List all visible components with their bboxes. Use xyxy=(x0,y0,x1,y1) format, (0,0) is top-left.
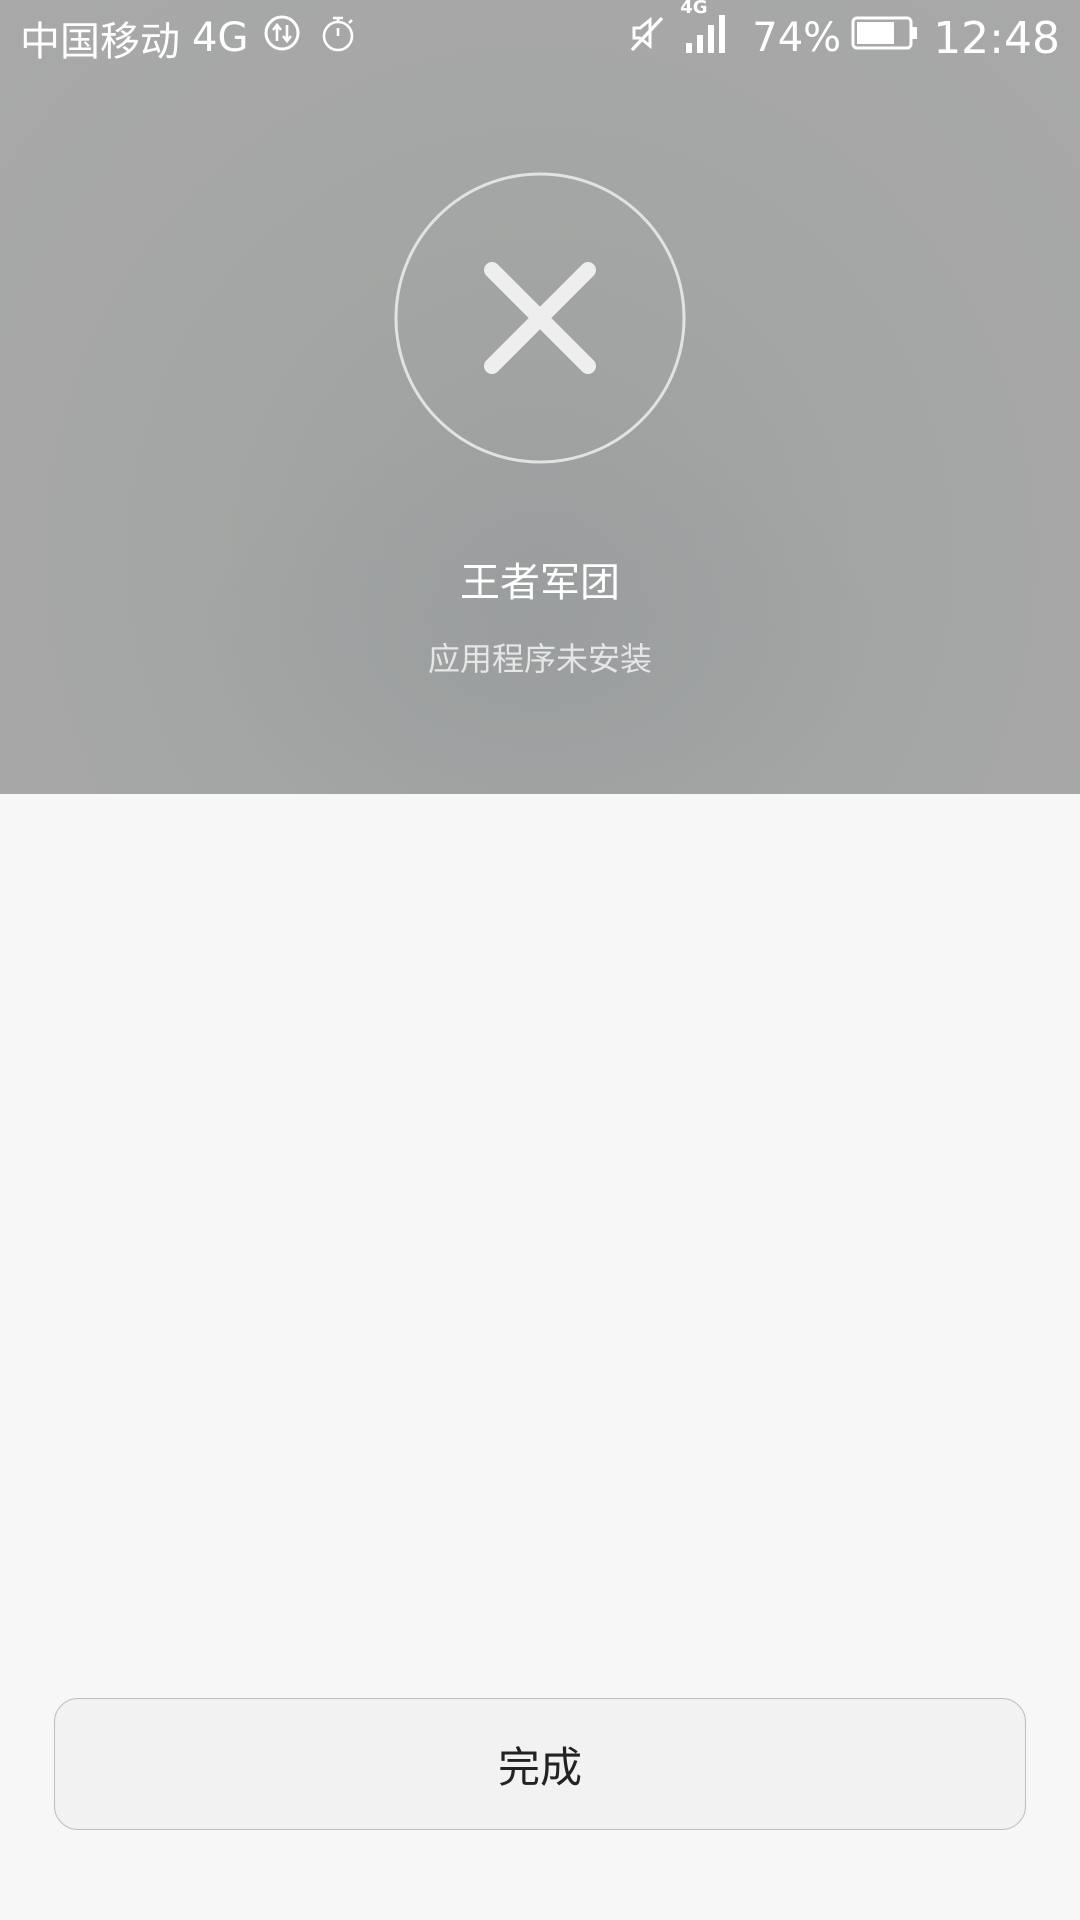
close-icon xyxy=(394,172,686,464)
done-button-label: 完成 xyxy=(497,1742,582,1792)
status-bar-right: 4G 74% 12:48 xyxy=(612,0,1060,65)
data-transfer-icon xyxy=(262,13,302,63)
done-button[interactable]: 完成 xyxy=(54,1698,1026,1830)
status-bar: 中国移动 4G 4G 74% 12:48 xyxy=(0,0,1080,76)
timer-icon xyxy=(318,13,358,63)
vibrate-mute-icon xyxy=(626,12,668,64)
battery-percent: 74% xyxy=(752,15,842,61)
clock-time: 12:48 xyxy=(933,12,1060,64)
install-result-screen: 中国移动 4G 4G 74% 12:48 王者军团 应用程序未安装 完成 xyxy=(0,0,1080,1920)
status-bar-left: 中国移动 4G xyxy=(20,12,358,65)
signal-network-label: 4G xyxy=(680,0,708,18)
app-name: 王者军团 xyxy=(460,560,620,606)
signal-icon: 4G xyxy=(680,0,730,65)
install-failed-indicator xyxy=(394,172,686,464)
network-type: 4G xyxy=(192,15,249,61)
carrier-name: 中国移动 xyxy=(20,19,180,65)
battery-icon xyxy=(851,15,919,61)
install-status-message: 应用程序未安装 xyxy=(427,640,652,678)
